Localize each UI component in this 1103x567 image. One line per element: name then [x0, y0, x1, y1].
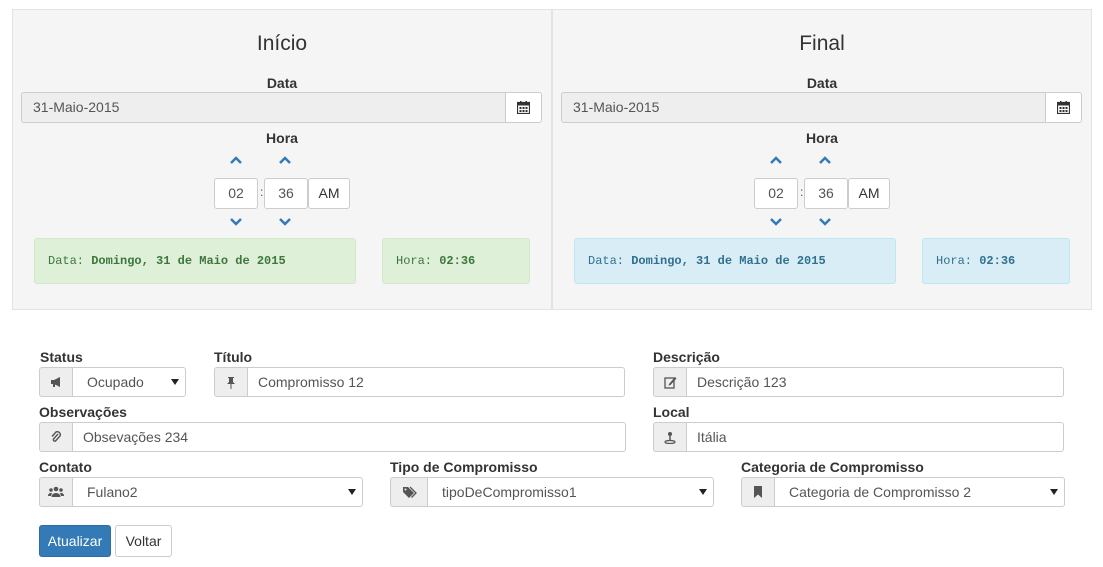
calendar-icon	[1057, 101, 1070, 114]
caret-down-icon	[1050, 489, 1058, 495]
end-hour-input[interactable]: 02	[754, 178, 798, 209]
end-date-input[interactable]: 31-Maio-2015	[561, 92, 1045, 123]
descricao-label: Descrição	[653, 349, 720, 365]
caret-down-icon	[171, 379, 179, 385]
chevron-up-icon	[279, 156, 291, 164]
observacoes-label: Observações	[39, 404, 127, 420]
end-hour-down-button[interactable]	[769, 217, 783, 227]
end-date-label: Data	[806, 75, 838, 91]
chevron-down-icon	[230, 218, 242, 226]
start-datetime-panel: Início Data 31-Maio-2015 Hora 02 : 36 AM	[12, 9, 552, 310]
pushpin-icon	[214, 367, 247, 397]
edit-icon	[653, 367, 686, 397]
end-date-picker: 31-Maio-2015	[561, 92, 1082, 123]
start-date-label: Data	[266, 75, 298, 91]
start-time-summary: Hora: 02:36	[382, 238, 530, 284]
local-label: Local	[653, 404, 690, 420]
categoria-label: Categoria de Compromisso	[741, 459, 924, 475]
tipo-label: Tipo de Compromisso	[390, 459, 538, 475]
end-ampm-toggle[interactable]: AM	[848, 178, 890, 209]
start-calendar-button[interactable]	[505, 92, 542, 123]
local-input[interactable]: Itália	[686, 422, 1064, 452]
paperclip-icon	[39, 422, 72, 452]
descricao-group: Descrição 123	[653, 367, 1064, 397]
end-date-summary: Data: Domingo, 31 de Maio de 2015	[574, 238, 896, 284]
chevron-down-icon	[279, 218, 291, 226]
end-hour-up-button[interactable]	[769, 155, 783, 165]
end-panel-title: Final	[799, 32, 845, 55]
tipo-select[interactable]: tipoDeCompromisso1	[427, 477, 714, 507]
observacoes-group: Obsevações 234	[39, 422, 626, 452]
start-ampm-toggle[interactable]: AM	[308, 178, 350, 209]
chevron-up-icon	[770, 156, 782, 164]
titulo-label: Título	[214, 349, 253, 365]
end-minute-input[interactable]: 36	[804, 178, 848, 209]
time-separator: :	[800, 185, 804, 199]
map-marker-icon	[653, 422, 686, 452]
titulo-group: Compromisso 12	[214, 367, 625, 397]
local-group: Itália	[653, 422, 1064, 452]
back-button[interactable]: Voltar	[115, 525, 172, 557]
time-separator: :	[260, 185, 264, 199]
categoria-group: Categoria de Compromisso 2	[741, 477, 1065, 507]
start-minute-up-button[interactable]	[278, 155, 292, 165]
chevron-up-icon	[230, 156, 242, 164]
caret-down-icon	[348, 489, 356, 495]
start-date-picker: 31-Maio-2015	[21, 92, 542, 123]
tags-icon	[390, 477, 427, 507]
categoria-select[interactable]: Categoria de Compromisso 2	[774, 477, 1065, 507]
tipo-group: tipoDeCompromisso1	[390, 477, 714, 507]
update-button[interactable]: Atualizar	[39, 525, 111, 557]
start-hour-down-button[interactable]	[229, 217, 243, 227]
end-minute-down-button[interactable]	[818, 217, 832, 227]
contato-label: Contato	[39, 459, 92, 475]
bookmark-icon	[741, 477, 774, 507]
start-minute-down-button[interactable]	[278, 217, 292, 227]
contato-group: Fulano2	[39, 477, 363, 507]
titulo-input[interactable]: Compromisso 12	[247, 367, 625, 397]
start-date-input[interactable]: 31-Maio-2015	[21, 92, 505, 123]
end-time-label: Hora	[806, 130, 838, 146]
start-time-label: Hora	[266, 130, 298, 146]
start-date-summary: Data: Domingo, 31 de Maio de 2015	[34, 238, 356, 284]
end-time-summary: Hora: 02:36	[922, 238, 1070, 284]
start-minute-input[interactable]: 36	[264, 178, 308, 209]
descricao-input[interactable]: Descrição 123	[686, 367, 1064, 397]
caret-down-icon	[699, 489, 707, 495]
end-minute-up-button[interactable]	[818, 155, 832, 165]
start-panel-title: Início	[256, 32, 308, 55]
chevron-down-icon	[770, 218, 782, 226]
status-select[interactable]: Ocupado	[72, 367, 186, 397]
start-hour-up-button[interactable]	[229, 155, 243, 165]
contato-select[interactable]: Fulano2	[72, 477, 363, 507]
status-group: Ocupado	[39, 367, 186, 397]
users-icon	[39, 477, 72, 507]
end-datetime-panel: Final Data 31-Maio-2015 Hora 02 : 36 AM	[552, 9, 1092, 310]
status-label: Status	[40, 349, 83, 365]
calendar-icon	[517, 101, 530, 114]
observacoes-input[interactable]: Obsevações 234	[72, 422, 626, 452]
start-time-picker: 02 : 36 AM	[214, 155, 354, 235]
start-hour-input[interactable]: 02	[214, 178, 258, 209]
chevron-up-icon	[819, 156, 831, 164]
end-calendar-button[interactable]	[1045, 92, 1082, 123]
end-time-picker: 02 : 36 AM	[754, 155, 894, 235]
bullhorn-icon	[39, 367, 72, 397]
chevron-down-icon	[819, 218, 831, 226]
